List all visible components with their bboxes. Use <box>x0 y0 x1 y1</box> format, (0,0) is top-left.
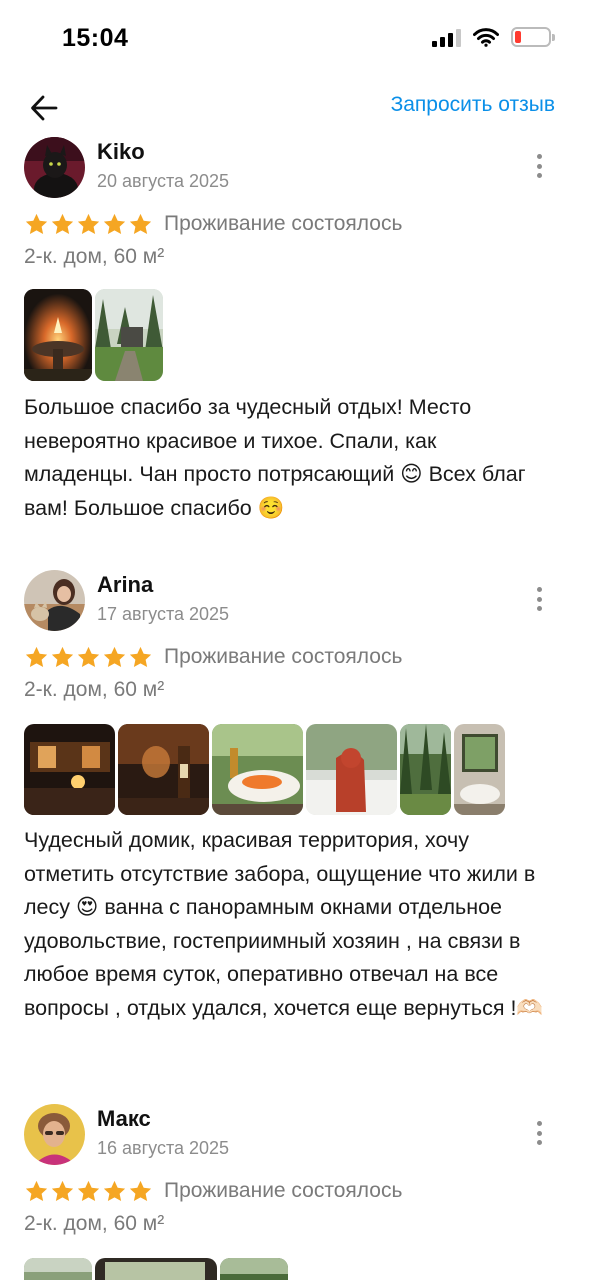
review-photo[interactable] <box>220 1258 288 1280</box>
photo-strip <box>24 1258 288 1280</box>
review-photo[interactable] <box>118 724 209 815</box>
review-photo[interactable] <box>24 724 115 815</box>
star-icon <box>50 1179 75 1204</box>
star-icon <box>128 1179 153 1204</box>
top-nav: Запросить отзыв <box>0 80 591 132</box>
review-photo[interactable] <box>400 724 451 815</box>
star-icon <box>50 212 75 237</box>
author-name: Arina <box>97 572 154 597</box>
review-photo[interactable] <box>24 289 92 381</box>
star-rating <box>24 645 153 670</box>
status-bar: 15:04 <box>0 0 591 80</box>
cellular-signal-icon <box>432 27 461 47</box>
star-rating <box>24 1179 153 1204</box>
more-options-button[interactable] <box>528 1118 550 1148</box>
star-icon <box>24 212 49 237</box>
status-icons <box>432 27 555 47</box>
more-options-button[interactable] <box>528 584 550 614</box>
review-photo[interactable] <box>95 1258 217 1280</box>
rating-row: Проживание состоялось <box>24 642 402 672</box>
status-time: 15:04 <box>62 24 129 52</box>
rating-row: Проживание состоялось <box>24 1176 402 1206</box>
rating-row: Проживание состоялось <box>24 209 402 239</box>
star-icon <box>24 645 49 670</box>
avatar[interactable] <box>24 1104 85 1165</box>
review-text: Чудесный домик, красивая территория, хоч… <box>24 828 544 1020</box>
review-date: 16 августа 2025 <box>97 1138 230 1158</box>
review-photo[interactable] <box>24 1258 92 1280</box>
arrow-left-icon <box>31 95 58 121</box>
star-icon <box>24 1179 49 1204</box>
more-options-button[interactable] <box>528 151 550 181</box>
star-icon <box>76 212 101 237</box>
author-name: Макс <box>97 1106 151 1131</box>
star-icon <box>102 645 127 670</box>
stay-status: Проживание состоялось <box>164 1179 403 1202</box>
review-text: Большое спасибо за чудесный отдых! Место… <box>24 395 526 520</box>
photo-strip <box>24 724 505 815</box>
review-card: Kiko 20 августа 2025 Проживание состояло… <box>0 137 591 537</box>
unit-type: 2-к. дом, 60 м² <box>24 678 165 701</box>
star-icon <box>102 212 127 237</box>
battery-icon <box>511 27 555 47</box>
stay-status: Проживание состоялось <box>164 645 403 668</box>
avatar[interactable] <box>24 570 85 631</box>
unit-type: 2-к. дом, 60 м² <box>24 245 165 268</box>
back-button[interactable] <box>24 88 64 128</box>
star-icon <box>76 645 101 670</box>
review-date: 20 августа 2025 <box>97 171 230 191</box>
star-icon <box>76 1179 101 1204</box>
review-date: 17 августа 2025 <box>97 604 230 624</box>
photo-strip <box>24 289 163 381</box>
wifi-icon <box>473 28 499 47</box>
star-icon <box>128 645 153 670</box>
star-icon <box>128 212 153 237</box>
star-rating <box>24 212 153 237</box>
review-photo[interactable] <box>212 724 303 815</box>
unit-type: 2-к. дом, 60 м² <box>24 1212 165 1235</box>
review-card: Макс 16 августа 2025 Проживание состояло… <box>0 1104 591 1280</box>
avatar[interactable] <box>24 137 85 198</box>
review-photo[interactable] <box>454 724 505 815</box>
review-photo[interactable] <box>306 724 397 815</box>
review-card: Arina 17 августа 2025 Проживание состоял… <box>0 570 591 1070</box>
author-name: Kiko <box>97 139 145 164</box>
stay-status: Проживание состоялось <box>164 212 403 235</box>
review-photo[interactable] <box>95 289 163 381</box>
star-icon <box>50 645 75 670</box>
request-review-button[interactable]: Запросить отзыв <box>391 93 555 117</box>
star-icon <box>102 1179 127 1204</box>
